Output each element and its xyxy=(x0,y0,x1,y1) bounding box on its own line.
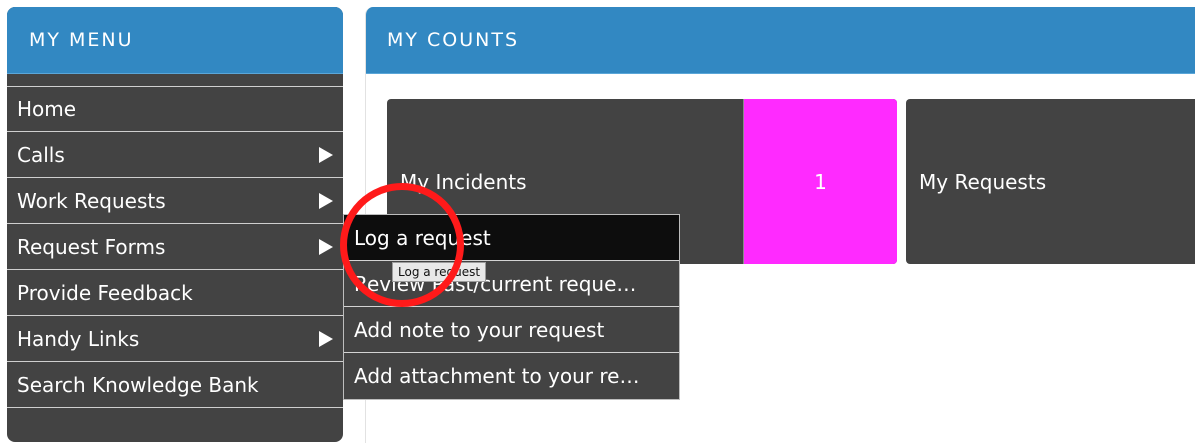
menu-item-request-forms[interactable]: Request Forms xyxy=(7,224,343,270)
menu-item-calls[interactable]: Calls xyxy=(7,132,343,178)
menu-item-label: Calls xyxy=(17,142,65,167)
menu-list: Home Calls Work Requests Request Forms P… xyxy=(7,86,343,408)
my-menu-header: MY MENU xyxy=(7,7,343,74)
arrow-right-icon xyxy=(319,330,333,347)
submenu-item-log-a-request[interactable]: Log a request xyxy=(344,215,679,261)
arrow-right-icon xyxy=(319,146,333,163)
menu-item-work-requests[interactable]: Work Requests xyxy=(7,178,343,224)
menu-item-label: Handy Links xyxy=(17,326,140,351)
request-forms-submenu: Log a request Review Past/current reque…… xyxy=(343,214,680,400)
my-menu-panel: MY MENU Home Calls Work Requests Request… xyxy=(7,7,343,442)
menu-item-provide-feedback[interactable]: Provide Feedback xyxy=(7,270,343,316)
menu-item-home[interactable]: Home xyxy=(7,86,343,132)
my-requests-card[interactable]: My Requests xyxy=(906,99,1195,264)
menu-item-label: Search Knowledge Bank xyxy=(17,372,259,397)
menu-item-label: Home xyxy=(17,97,77,121)
menu-item-label: Request Forms xyxy=(17,234,166,259)
menu-item-label: Work Requests xyxy=(17,188,166,213)
my-counts-header: MY COUNTS xyxy=(366,7,1195,74)
arrow-right-icon xyxy=(319,192,333,209)
submenu-item-add-note[interactable]: Add note to your request xyxy=(344,307,679,353)
submenu-item-add-attachment[interactable]: Add attachment to your re… xyxy=(344,353,679,399)
menu-item-search-knowledge-bank[interactable]: Search Knowledge Bank xyxy=(7,362,343,408)
menu-item-label: Provide Feedback xyxy=(17,280,193,305)
my-requests-label: My Requests xyxy=(919,169,1047,194)
my-incidents-count-badge[interactable]: 1 xyxy=(743,99,897,264)
menu-item-handy-links[interactable]: Handy Links xyxy=(7,316,343,362)
tooltip: Log a request xyxy=(392,262,487,282)
arrow-right-icon xyxy=(319,238,333,255)
